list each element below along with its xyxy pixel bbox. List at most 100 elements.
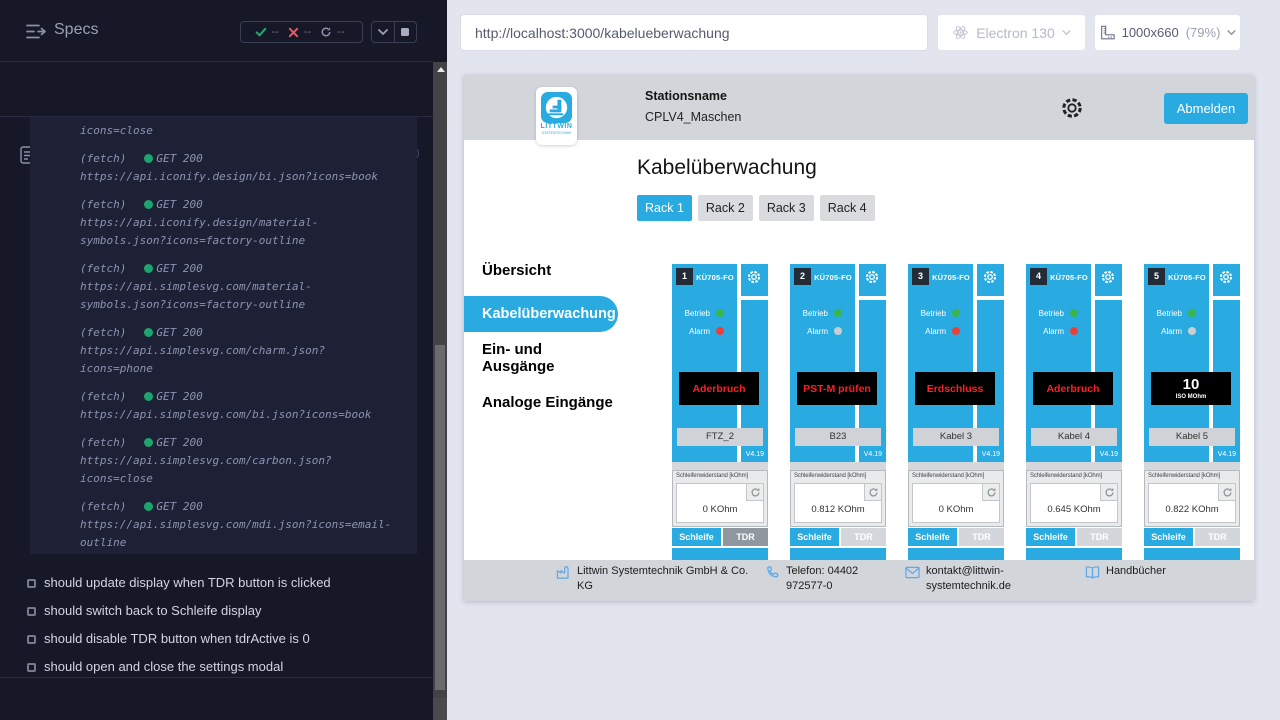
- tab-rack-4[interactable]: Rack 4: [820, 195, 875, 221]
- tdr-button[interactable]: TDR: [1077, 528, 1122, 546]
- device-model: KÜ705-FO: [694, 273, 736, 282]
- card-bottom-bar: [1144, 548, 1240, 560]
- betrieb-row: Betrieb: [1026, 309, 1091, 319]
- betrieb-label: Betrieb: [1026, 309, 1064, 318]
- firmware-version: V4.19: [1218, 451, 1236, 458]
- cypress-reporter-panel: Specs -- -- --: [0, 0, 433, 720]
- module-strip-line: [859, 296, 886, 300]
- alarm-label: Alarm: [672, 327, 710, 336]
- tdr-button[interactable]: TDR: [841, 528, 886, 546]
- pending-test-item[interactable]: should update display when TDR button is…: [0, 570, 433, 598]
- betrieb-row: Betrieb: [790, 309, 855, 319]
- sidebar-item-analoge-eingänge[interactable]: Analoge Eingänge: [464, 387, 618, 417]
- alarm-label: Alarm: [1144, 327, 1182, 336]
- littwin-logo-icon: [541, 92, 572, 123]
- pending-test-item[interactable]: should switch back to Schleife display: [0, 598, 433, 626]
- schleife-button[interactable]: Schleife: [672, 528, 721, 546]
- sidebar-item-label: Analoge Eingänge: [482, 394, 613, 411]
- littwin-logo: LITTWIN SYSTEMTECHNIK: [536, 87, 577, 145]
- device-module: 1 KÜ705-FO Betrieb Alarm Aderbruch: [672, 264, 768, 462]
- alarm-label: Alarm: [908, 327, 946, 336]
- sidebar-item-kabelüberwachung[interactable]: Kabelüberwachung: [464, 296, 618, 332]
- specs-sidebar-toggle-icon[interactable]: [25, 23, 47, 40]
- device-settings-gear-icon[interactable]: [864, 269, 880, 285]
- ruler-icon: [1099, 25, 1115, 41]
- stop-button[interactable]: [395, 22, 417, 42]
- schleife-button[interactable]: Schleife: [908, 528, 957, 546]
- betrieb-led: [1070, 309, 1078, 317]
- footer-item-text: Littwin Systemtechnik GmbH & Co. KG: [577, 564, 749, 594]
- footer-item[interactable]: Telefon: 04402 972577-0: [765, 564, 896, 594]
- browser-select[interactable]: Electron 130: [937, 14, 1086, 51]
- tab-rack-3[interactable]: Rack 3: [759, 195, 814, 221]
- log-url: https://api.simplesvg.com/charm.json?ico…: [80, 342, 394, 378]
- display-unit: ISO MOhm: [1176, 394, 1207, 400]
- chevron-down-icon: [1227, 30, 1236, 36]
- cable-name: Kabel 5: [1149, 428, 1235, 446]
- scrollbar-down-button[interactable]: [433, 698, 447, 720]
- log-status: GET 200: [156, 198, 202, 211]
- footer-item[interactable]: Littwin Systemtechnik GmbH & Co. KG: [556, 564, 749, 594]
- log-tag: (fetch): [80, 500, 126, 513]
- refresh-button[interactable]: [1100, 484, 1117, 501]
- viewport-size-label: 1000x660: [1122, 25, 1179, 40]
- card-bottom-bar: [672, 548, 768, 560]
- pending-test-item[interactable]: should disable TDR button when tdrActive…: [0, 626, 433, 654]
- refresh-button[interactable]: [746, 484, 763, 501]
- refresh-button[interactable]: [1218, 484, 1235, 501]
- refresh-button[interactable]: [982, 484, 999, 501]
- log-entry[interactable]: (fetch)GET 200 https://api.simplesvg.com…: [80, 388, 417, 424]
- tdr-button[interactable]: TDR: [959, 528, 1004, 546]
- tdr-button[interactable]: TDR: [723, 528, 768, 546]
- sidebar-item-ein-und-ausgänge[interactable]: Ein- und Ausgänge: [464, 343, 618, 373]
- schleife-button[interactable]: Schleife: [1026, 528, 1075, 546]
- tdr-button[interactable]: TDR: [1195, 528, 1240, 546]
- collapse-button[interactable]: [372, 22, 394, 42]
- refresh-button[interactable]: [864, 484, 881, 501]
- log-entry[interactable]: (fetch)GET 200 https://api.iconify.desig…: [80, 196, 417, 250]
- log-entry[interactable]: (fetch)GET 200 https://api.simplesvg.com…: [80, 260, 417, 314]
- device-settings-gear-icon[interactable]: [746, 269, 762, 285]
- device-settings-gear-icon[interactable]: [1218, 269, 1234, 285]
- log-partial-line: icons=close: [80, 122, 417, 140]
- sidebar-item-übersicht[interactable]: Übersicht: [464, 255, 618, 285]
- chevron-down-icon: [378, 29, 388, 36]
- device-settings-gear-icon[interactable]: [982, 269, 998, 285]
- test-stats[interactable]: -- -- --: [240, 21, 363, 43]
- spec-file-row[interactable]: kue705fo.cy.ts 00:11: [0, 62, 433, 116]
- resistance-label: Schleifenwiderstand [kOhm]: [1030, 473, 1102, 479]
- scrollbar-up-arrow[interactable]: [437, 67, 445, 72]
- device-display: PST-M prüfen: [797, 372, 877, 405]
- betrieb-row: Betrieb: [908, 309, 973, 319]
- log-entry[interactable]: (fetch)GET 200 https://api.simplesvg.com…: [80, 324, 417, 378]
- footer-item-text: Telefon: 04402 972577-0: [786, 564, 896, 594]
- viewport-zoom-label: (79%): [1186, 25, 1221, 40]
- log-entry[interactable]: (fetch)GET 200 https://api.simplesvg.com…: [80, 434, 417, 488]
- log-entry[interactable]: (fetch)GET 200 https://api.iconify.desig…: [80, 150, 417, 186]
- url-input[interactable]: [460, 14, 928, 51]
- viewport-size-select[interactable]: 1000x660 (79%): [1094, 14, 1241, 51]
- module-gap: [908, 462, 1004, 470]
- device-settings-gear-icon[interactable]: [1100, 269, 1116, 285]
- logo-subtitle: SYSTEMTECHNIK: [536, 131, 577, 136]
- passed-count: --: [272, 26, 279, 38]
- alarm-led: [1070, 327, 1078, 335]
- display-alarm-text: PST-M prüfen: [803, 383, 871, 395]
- alarm-led: [1188, 327, 1196, 335]
- tab-rack-2[interactable]: Rack 2: [698, 195, 753, 221]
- resistance-value: 0.812 KOhm: [795, 504, 881, 515]
- reporter-scrollbar-thumb[interactable]: [435, 345, 445, 690]
- tab-rack-1[interactable]: Rack 1: [637, 195, 692, 221]
- log-entry[interactable]: (fetch)GET 200 https://api.simplesvg.com…: [80, 498, 417, 552]
- schleife-button[interactable]: Schleife: [1144, 528, 1193, 546]
- settings-gear-icon[interactable]: [1059, 95, 1085, 121]
- schleife-button[interactable]: Schleife: [790, 528, 839, 546]
- footer-item[interactable]: Handbücher: [1085, 564, 1166, 580]
- footer-item[interactable]: kontakt@littwin-systemtechnik.de: [905, 564, 1030, 594]
- resistance-label: Schleifenwiderstand [kOhm]: [1148, 473, 1220, 479]
- log-tag: (fetch): [80, 436, 126, 449]
- device-model: KÜ705-FO: [1166, 273, 1208, 282]
- device-model: KÜ705-FO: [1048, 273, 1090, 282]
- logout-button[interactable]: Abmelden: [1164, 93, 1248, 124]
- device-module: 3 KÜ705-FO Betrieb Alarm Erdschluss: [908, 264, 1004, 462]
